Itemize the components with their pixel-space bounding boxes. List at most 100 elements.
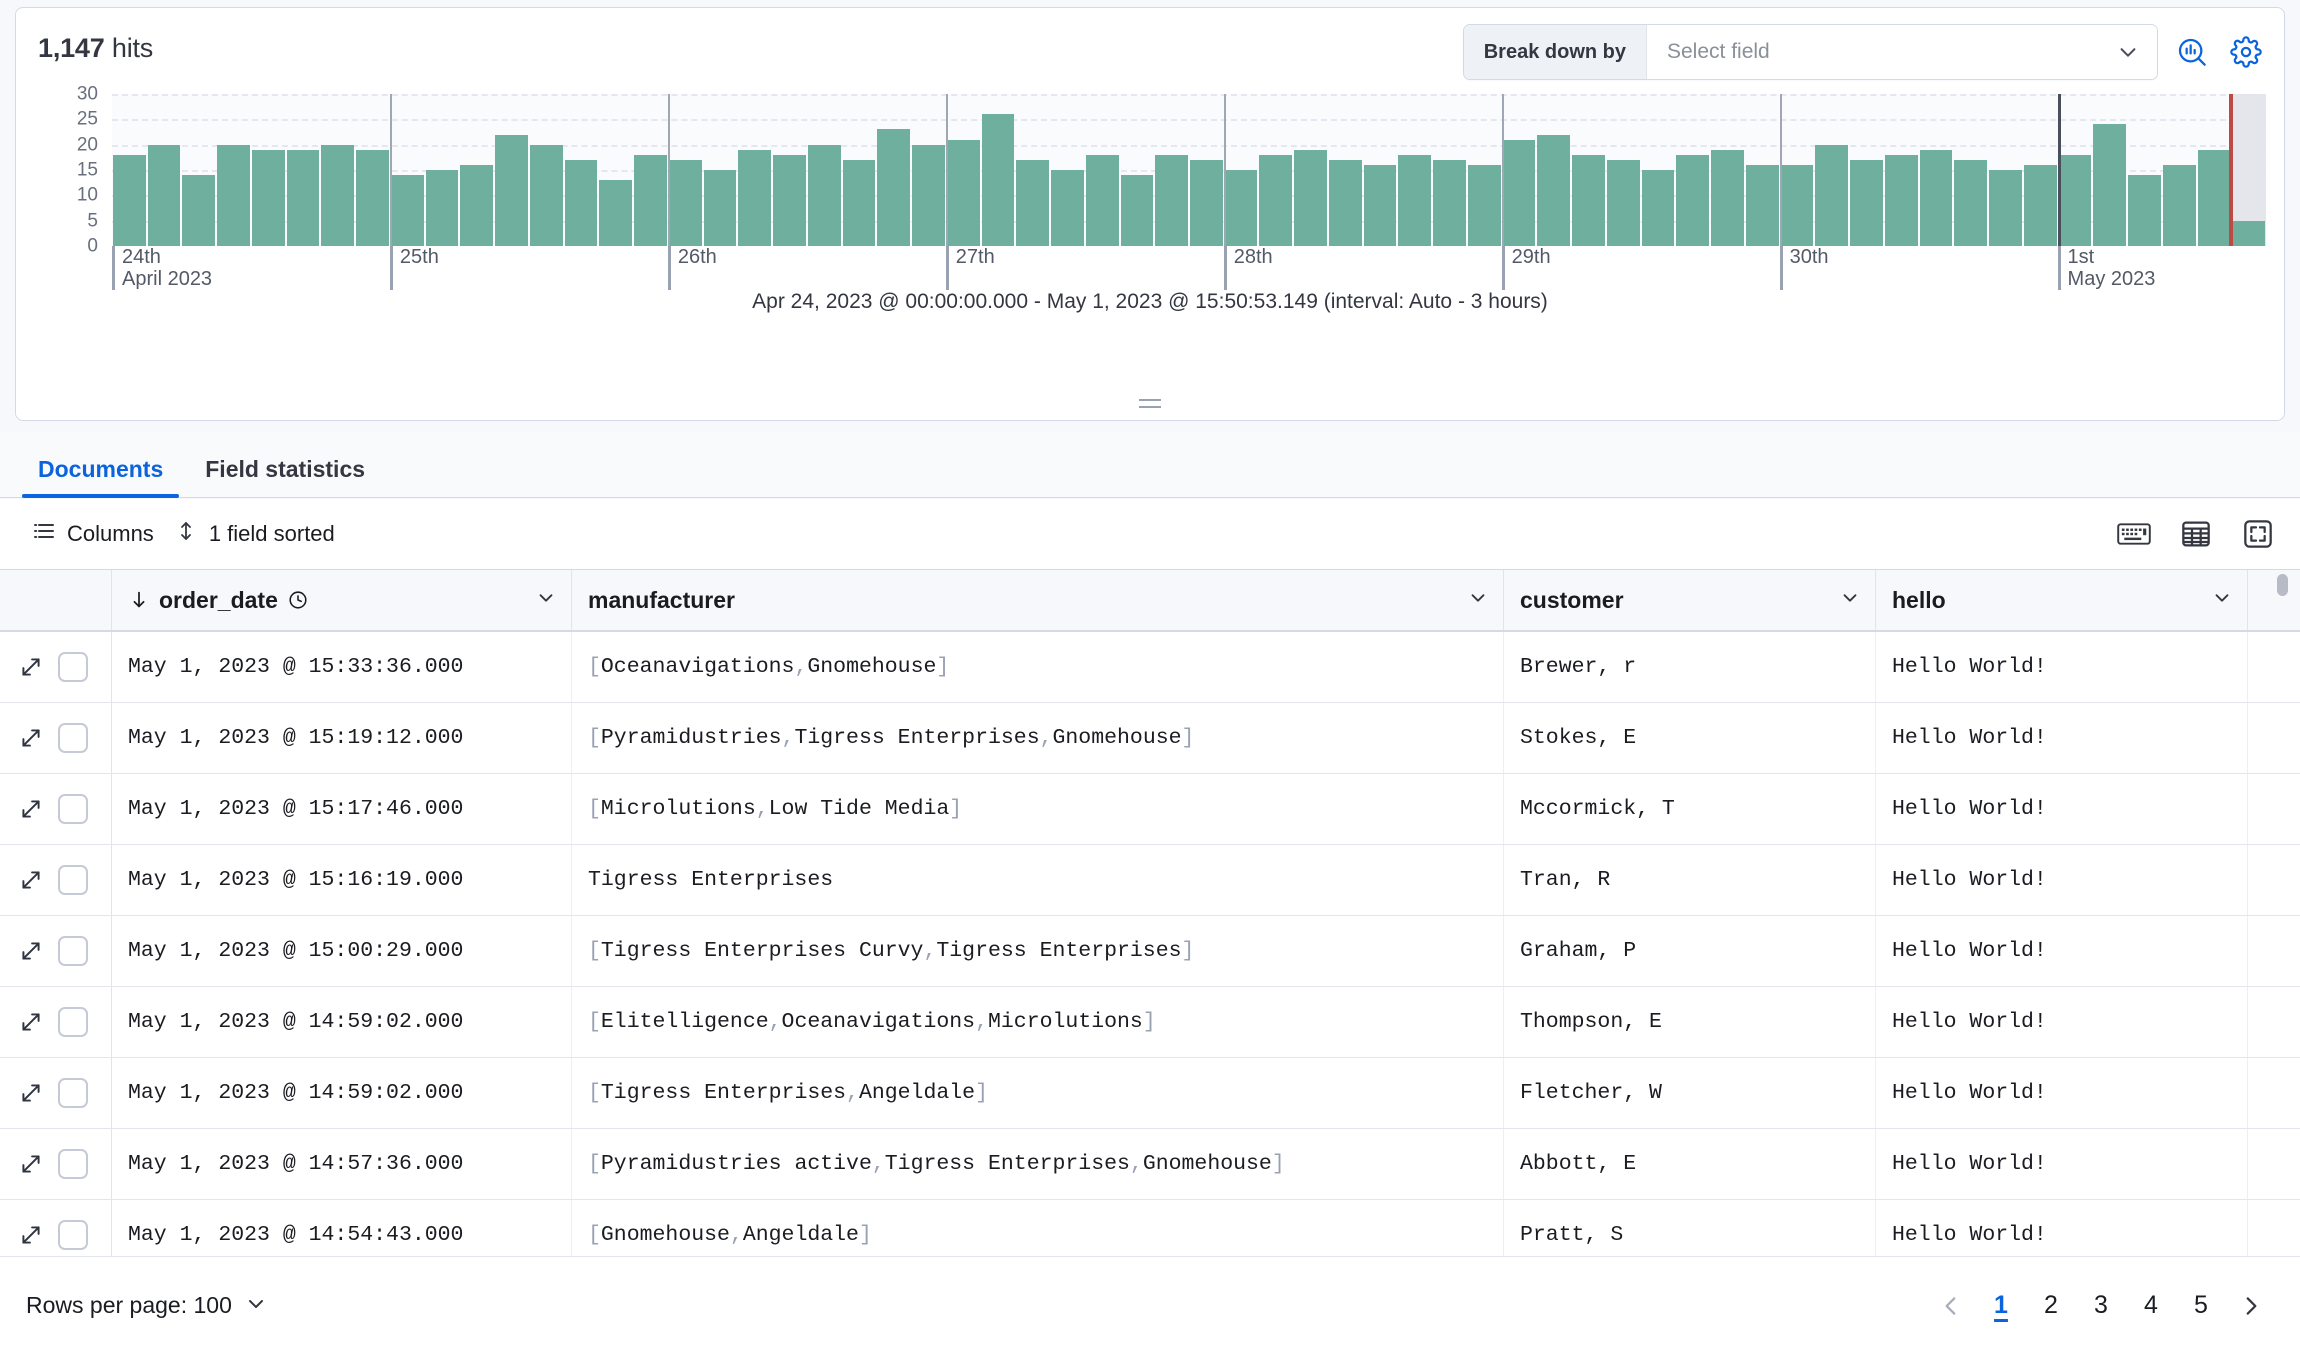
cell-hello[interactable]: Hello World! <box>1876 987 2248 1057</box>
histogram-bar[interactable] <box>1433 159 1466 246</box>
pagination-next-button[interactable] <box>2228 1283 2274 1329</box>
histogram-bar[interactable] <box>356 149 389 246</box>
histogram-bar[interactable] <box>2232 220 2265 246</box>
histogram-bar[interactable] <box>1190 159 1223 246</box>
columns-button[interactable]: Columns <box>22 513 164 555</box>
rows-per-page-button[interactable]: Rows per page: 100 <box>26 1291 268 1321</box>
cell-hello[interactable]: Hello World! <box>1876 703 2248 773</box>
table-row[interactable]: May 1, 2023 @ 15:17:46.000[Microlutions,… <box>0 774 2300 845</box>
histogram-bar[interactable] <box>217 144 250 246</box>
cell-customer[interactable]: Graham, P <box>1504 916 1876 986</box>
cell-customer[interactable]: Mccormick, T <box>1504 774 1876 844</box>
cell-order-date[interactable]: May 1, 2023 @ 14:54:43.000 <box>112 1200 572 1256</box>
histogram-bar[interactable] <box>1711 149 1744 246</box>
histogram-bar[interactable] <box>1155 154 1188 246</box>
column-header-customer[interactable]: customer <box>1504 570 1876 630</box>
histogram-bar[interactable] <box>981 114 1015 246</box>
breakdown-control[interactable]: Break down by Select field <box>1462 24 2158 80</box>
cell-hello[interactable]: Hello World! <box>1876 632 2248 702</box>
pagination-page-2[interactable]: 2 <box>2028 1283 2074 1329</box>
cell-manufacturer[interactable]: Tigress Enterprises <box>572 845 1504 915</box>
row-select-checkbox[interactable] <box>58 1220 88 1250</box>
cell-order-date[interactable]: May 1, 2023 @ 14:59:02.000 <box>112 987 572 1057</box>
cell-order-date[interactable]: May 1, 2023 @ 15:17:46.000 <box>112 774 572 844</box>
histogram-bar[interactable] <box>1051 170 1084 246</box>
histogram-bar[interactable] <box>1120 175 1154 246</box>
cell-customer[interactable]: Brewer, r <box>1504 632 1876 702</box>
histogram-bar[interactable] <box>1884 154 1918 246</box>
tab-documents[interactable]: Documents <box>22 458 180 498</box>
histogram-bar[interactable] <box>1606 159 1640 246</box>
gear-icon[interactable] <box>2226 32 2266 72</box>
cell-customer[interactable]: Tran, R <box>1504 845 1876 915</box>
column-menu-chevron-down-icon[interactable] <box>1467 586 1489 614</box>
histogram-bar[interactable] <box>1294 149 1327 246</box>
histogram-bar[interactable] <box>2162 164 2196 246</box>
table-row[interactable]: May 1, 2023 @ 15:33:36.000[Oceanavigatio… <box>0 632 2300 703</box>
row-select-checkbox[interactable] <box>58 936 88 966</box>
histogram-bar[interactable] <box>1016 159 1050 246</box>
row-select-checkbox[interactable] <box>58 794 88 824</box>
histogram-bar[interactable] <box>1328 159 1362 246</box>
table-density-icon[interactable] <box>2176 514 2216 554</box>
row-select-checkbox[interactable] <box>58 1078 88 1108</box>
cell-customer[interactable]: Abbott, E <box>1504 1129 1876 1199</box>
cell-manufacturer[interactable]: [Microlutions, Low Tide Media] <box>572 774 1504 844</box>
histogram-bar[interactable] <box>2058 154 2092 246</box>
histogram-bar[interactable] <box>2128 175 2161 246</box>
column-header-order-date[interactable]: order_date <box>112 570 572 630</box>
histogram-bar[interactable] <box>1572 154 1605 246</box>
histogram-bar[interactable] <box>1780 164 1814 246</box>
histogram-bar[interactable] <box>1989 170 2022 246</box>
histogram-bar[interactable] <box>1954 159 1988 246</box>
cell-hello[interactable]: Hello World! <box>1876 916 2248 986</box>
histogram-bar[interactable] <box>390 175 424 246</box>
table-row[interactable]: May 1, 2023 @ 14:54:43.000[Gnomehouse, A… <box>0 1200 2300 1256</box>
pagination-prev-button[interactable] <box>1928 1283 1974 1329</box>
cell-manufacturer[interactable]: [Oceanavigations, Gnomehouse] <box>572 632 1504 702</box>
panel-resize-handle[interactable] <box>16 399 2284 408</box>
histogram-bar[interactable] <box>2093 124 2127 246</box>
cell-order-date[interactable]: May 1, 2023 @ 15:33:36.000 <box>112 632 572 702</box>
histogram-bar[interactable] <box>1363 164 1397 246</box>
histogram-bar[interactable] <box>1676 154 1710 246</box>
cell-order-date[interactable]: May 1, 2023 @ 15:00:29.000 <box>112 916 572 986</box>
row-select-checkbox[interactable] <box>58 652 88 682</box>
histogram-bar[interactable] <box>286 149 320 246</box>
cell-hello[interactable]: Hello World! <box>1876 774 2248 844</box>
row-select-checkbox[interactable] <box>58 1149 88 1179</box>
expand-arrows-icon[interactable] <box>18 1080 44 1106</box>
table-row[interactable]: May 1, 2023 @ 14:57:36.000[Pyramidustrie… <box>0 1129 2300 1200</box>
pagination-page-4[interactable]: 4 <box>2128 1283 2174 1329</box>
cell-hello[interactable]: Hello World! <box>1876 845 2248 915</box>
histogram-bar[interactable] <box>460 164 494 246</box>
cell-manufacturer[interactable]: [Pyramidustries active, Tigress Enterpri… <box>572 1129 1504 1199</box>
expand-arrows-icon[interactable] <box>18 1151 44 1177</box>
lens-visualization-icon[interactable] <box>2172 32 2212 72</box>
row-select-checkbox[interactable] <box>58 723 88 753</box>
table-row[interactable]: May 1, 2023 @ 14:59:02.000[Elitelligence… <box>0 987 2300 1058</box>
histogram-bar[interactable] <box>738 149 772 246</box>
histogram-bar[interactable] <box>877 129 911 246</box>
expand-arrows-icon[interactable] <box>18 654 44 680</box>
cell-manufacturer[interactable]: [Pyramidustries, Tigress Enterprises, Gn… <box>572 703 1504 773</box>
column-menu-chevron-down-icon[interactable] <box>1839 586 1861 614</box>
table-row[interactable]: May 1, 2023 @ 15:00:29.000[Tigress Enter… <box>0 916 2300 987</box>
table-row[interactable]: May 1, 2023 @ 15:16:19.000 Tigress Enterp… <box>0 845 2300 916</box>
keyboard-shortcuts-icon[interactable] <box>2114 514 2154 554</box>
cell-customer[interactable]: Pratt, S <box>1504 1200 1876 1256</box>
cell-customer[interactable]: Fletcher, W <box>1504 1058 1876 1128</box>
column-menu-chevron-down-icon[interactable] <box>2211 586 2233 614</box>
expand-arrows-icon[interactable] <box>18 867 44 893</box>
histogram-bar[interactable] <box>1850 159 1883 246</box>
expand-arrows-icon[interactable] <box>18 1009 44 1035</box>
column-header-manufacturer[interactable]: manufacturer <box>572 570 1504 630</box>
cell-customer[interactable]: Thompson, E <box>1504 987 1876 1057</box>
histogram-bar[interactable] <box>1641 170 1675 246</box>
histogram-bar[interactable] <box>634 154 667 246</box>
cell-hello[interactable]: Hello World! <box>1876 1200 2248 1256</box>
cell-order-date[interactable]: May 1, 2023 @ 14:59:02.000 <box>112 1058 572 1128</box>
column-menu-chevron-down-icon[interactable] <box>535 586 557 614</box>
cell-order-date[interactable]: May 1, 2023 @ 15:19:12.000 <box>112 703 572 773</box>
vertical-scrollbar[interactable] <box>2274 570 2290 1256</box>
